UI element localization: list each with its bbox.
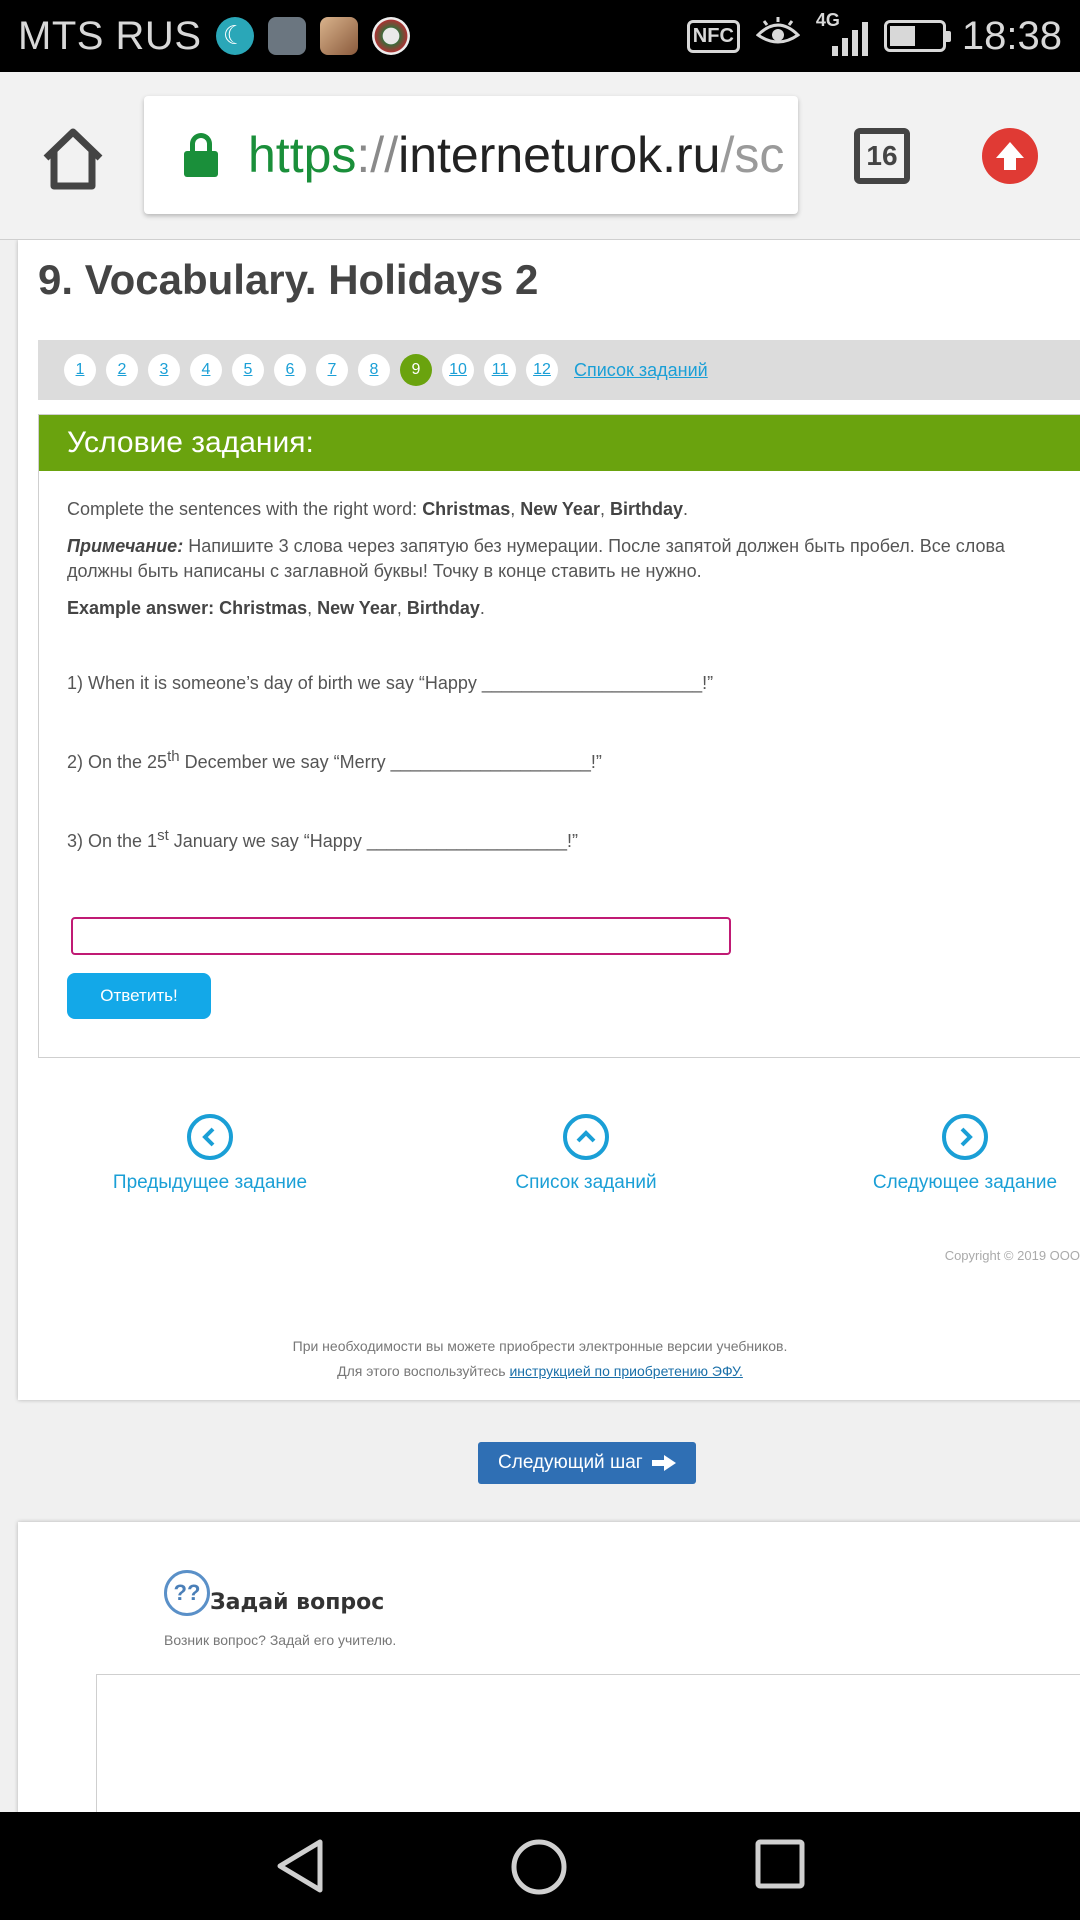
update-icon[interactable] [982, 128, 1038, 184]
tab-switcher-button[interactable]: 16 [854, 128, 910, 184]
question-3: 3) On the 1st January we say “Happy ____… [67, 827, 579, 851]
signal-icon: 4G [816, 10, 868, 58]
question-textarea[interactable] [96, 1674, 1080, 1812]
home-circle-icon[interactable] [510, 1838, 568, 1900]
pager-page-6[interactable]: 6 [274, 354, 306, 386]
pager-page-2[interactable]: 2 [106, 354, 138, 386]
question-1: 1) When it is someone’s day of birth we … [67, 673, 714, 693]
task-panel: Условие задания: 5 Complete the sentence… [38, 414, 1080, 1058]
task-header: Условие задания: 5 [39, 415, 1080, 471]
moon-icon: ☾ [215, 17, 254, 55]
pager-page-8[interactable]: 8 [358, 354, 390, 386]
ask-title: Задай вопрос [210, 1590, 385, 1615]
browser-toolbar: https://interneturok.ru/sc 16 [0, 72, 1080, 240]
example-answer: Example answer: Christmas, New Year, Bir… [67, 598, 485, 618]
lock-icon [184, 133, 218, 177]
efu-instruction-link[interactable]: инструкцией по приобретению ЭФУ. [509, 1363, 742, 1379]
app-badge-icon [371, 17, 410, 55]
back-icon[interactable] [272, 1838, 328, 1898]
task-navigation: Предыдущее задание Список заданий Следую… [0, 1114, 1080, 1214]
answer-button[interactable]: Ответить! [67, 973, 211, 1019]
task-pager: 1 2 3 4 5 6 7 8 9 10 11 12 Список заданий [38, 340, 1080, 400]
pager-page-10[interactable]: 10 [442, 354, 474, 386]
home-icon[interactable] [38, 124, 108, 194]
nfc-icon: NFC [686, 19, 740, 53]
recents-icon[interactable] [754, 1838, 806, 1894]
prev-task-link[interactable]: Предыдущее задание [100, 1114, 320, 1194]
chevron-right-icon [942, 1114, 988, 1160]
pager-page-4[interactable]: 4 [190, 354, 222, 386]
ask-question-card: ?? Задай вопрос Возник вопрос? Задай его… [18, 1522, 1080, 1812]
gallery-icon [267, 17, 306, 55]
clock: 18:38 [961, 13, 1062, 58]
address-bar[interactable]: https://interneturok.ru/sc [144, 96, 798, 214]
page-content: 9. Vocabulary. Holidays 2 1 2 3 4 5 6 7 8 9 10 11 1… [0, 240, 1080, 1812]
battery-icon [883, 20, 951, 52]
pager-page-3[interactable]: 3 [148, 354, 180, 386]
note: Примечание: Напишите 3 слова через запят… [67, 536, 1005, 581]
question-icon: ?? [164, 1570, 210, 1616]
next-task-link[interactable]: Следующее задание [858, 1114, 1072, 1194]
carrier-name: MTS RUS [18, 13, 202, 58]
eye-comfort-icon [755, 13, 801, 59]
pager-page-1[interactable]: 1 [64, 354, 96, 386]
url-text[interactable]: https://interneturok.ru/sc [248, 126, 784, 184]
system-nav-bar [0, 1812, 1080, 1920]
arrow-right-icon [651, 1454, 676, 1471]
efu-notice: При необходимости вы можете приобрести э… [292, 1338, 788, 1379]
pager-page-9[interactable]: 9 [400, 354, 432, 386]
instruction: Complete the sentences with the right wo… [67, 499, 689, 519]
next-step-button[interactable]: Следующий шаг [478, 1442, 696, 1484]
pager-page-12[interactable]: 12 [526, 354, 558, 386]
question-2: 2) On the 25th December we say “Merry __… [67, 748, 602, 772]
pager-page-7[interactable]: 7 [316, 354, 348, 386]
status-bar: MTS RUS ☾ NFC 4G 18:38 [0, 0, 1080, 72]
pager-page-5[interactable]: 5 [232, 354, 264, 386]
pager-page-11[interactable]: 11 [484, 354, 516, 386]
ask-subtitle: Возник вопрос? Задай его учителю. [164, 1632, 397, 1648]
task-header-title: Условие задания: [67, 426, 314, 459]
photo-notification-icon [319, 17, 358, 55]
copyright: Copyright © 2019 ООО [944, 1248, 1080, 1263]
page-title: 9. Vocabulary. Holidays 2 [38, 256, 539, 303]
task-body: Complete the sentences with the right wo… [39, 471, 1080, 880]
task-list-nav-link[interactable]: Список заданий [476, 1114, 696, 1194]
chevron-up-icon [563, 1114, 609, 1160]
answer-input[interactable] [71, 917, 731, 955]
task-list-link[interactable]: Список заданий [574, 360, 708, 381]
chevron-left-icon [187, 1114, 233, 1160]
